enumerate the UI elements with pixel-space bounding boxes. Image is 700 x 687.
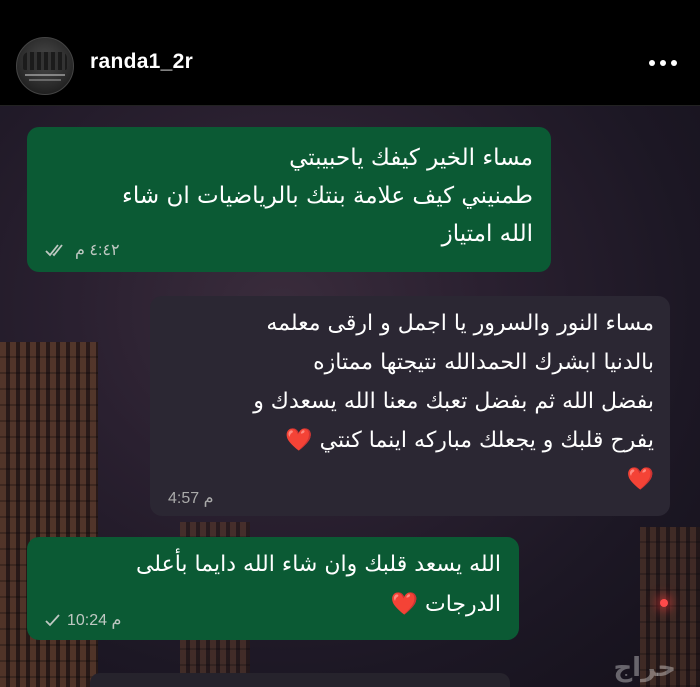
more-horizontal-icon[interactable]	[649, 59, 677, 67]
post-header: randa1_2r	[0, 0, 700, 106]
incoming-message-bubble[interactable]: مساء النور والسرور يا اجمل و ارقى معلمه …	[150, 296, 670, 516]
outgoing-message-bubble[interactable]: مساء الخير كيفك ياحبيبتي طمنيني كيف علام…	[27, 127, 551, 272]
avatar-caption-line	[25, 74, 65, 76]
watermark-logo: حراج	[613, 653, 676, 683]
username[interactable]: randa1_2r	[90, 50, 193, 74]
message-line: طمنيني كيف علامة بنتك بالرياضيات ان شاء	[122, 183, 533, 209]
message-time: 10:24 م	[67, 612, 122, 629]
message-line: بفضل الله ثم بفضل تعبك معنا الله يسعدك و	[253, 389, 654, 414]
avatar-trees-image	[23, 52, 67, 70]
message-text: مساء النور والسرور يا اجمل و ارقى معلمه …	[253, 304, 654, 499]
message-meta: 10:24 م	[45, 610, 121, 630]
single-check-icon	[45, 614, 60, 627]
message-line: الله يسعد قلبك وان شاء الله دايما بأعلى	[135, 552, 501, 577]
message-line: بالدنيا ابشرك الحمدالله نتيجتها ممتازه	[313, 350, 654, 375]
message-meta: 4:57 م	[168, 488, 214, 508]
message-line: يفرح قلبك و يجعلك مباركه اينما كنتي ❤️	[285, 428, 654, 453]
message-time: ٤:٤٢ م	[75, 242, 120, 259]
message-line: مساء الخير كيفك ياحبيبتي	[289, 145, 533, 171]
profile-avatar[interactable]	[16, 37, 74, 95]
message-line: مساء النور والسرور يا اجمل و ارقى معلمه	[266, 311, 654, 336]
message-time: 4:57 م	[168, 490, 214, 507]
chat-screenshot: مساء الخير كيفك ياحبيبتي طمنيني كيف علام…	[0, 106, 700, 687]
avatar-caption-line	[29, 79, 61, 81]
message-text: الله يسعد قلبك وان شاء الله دايما بأعلى …	[136, 545, 501, 625]
message-line: الدرجات ❤️	[390, 592, 501, 617]
double-check-icon	[45, 244, 63, 257]
message-text: مساء الخير كيفك ياحبيبتي طمنيني كيف علام…	[122, 139, 533, 253]
message-meta: ٤:٤٢ م	[45, 240, 120, 260]
message-line: الله امتياز	[441, 221, 533, 247]
outgoing-message-bubble[interactable]: الله يسعد قلبك وان شاء الله دايما بأعلى …	[27, 537, 519, 640]
message-line: ❤️	[626, 467, 654, 492]
message-input-bar	[90, 673, 510, 687]
background-light	[660, 599, 668, 607]
